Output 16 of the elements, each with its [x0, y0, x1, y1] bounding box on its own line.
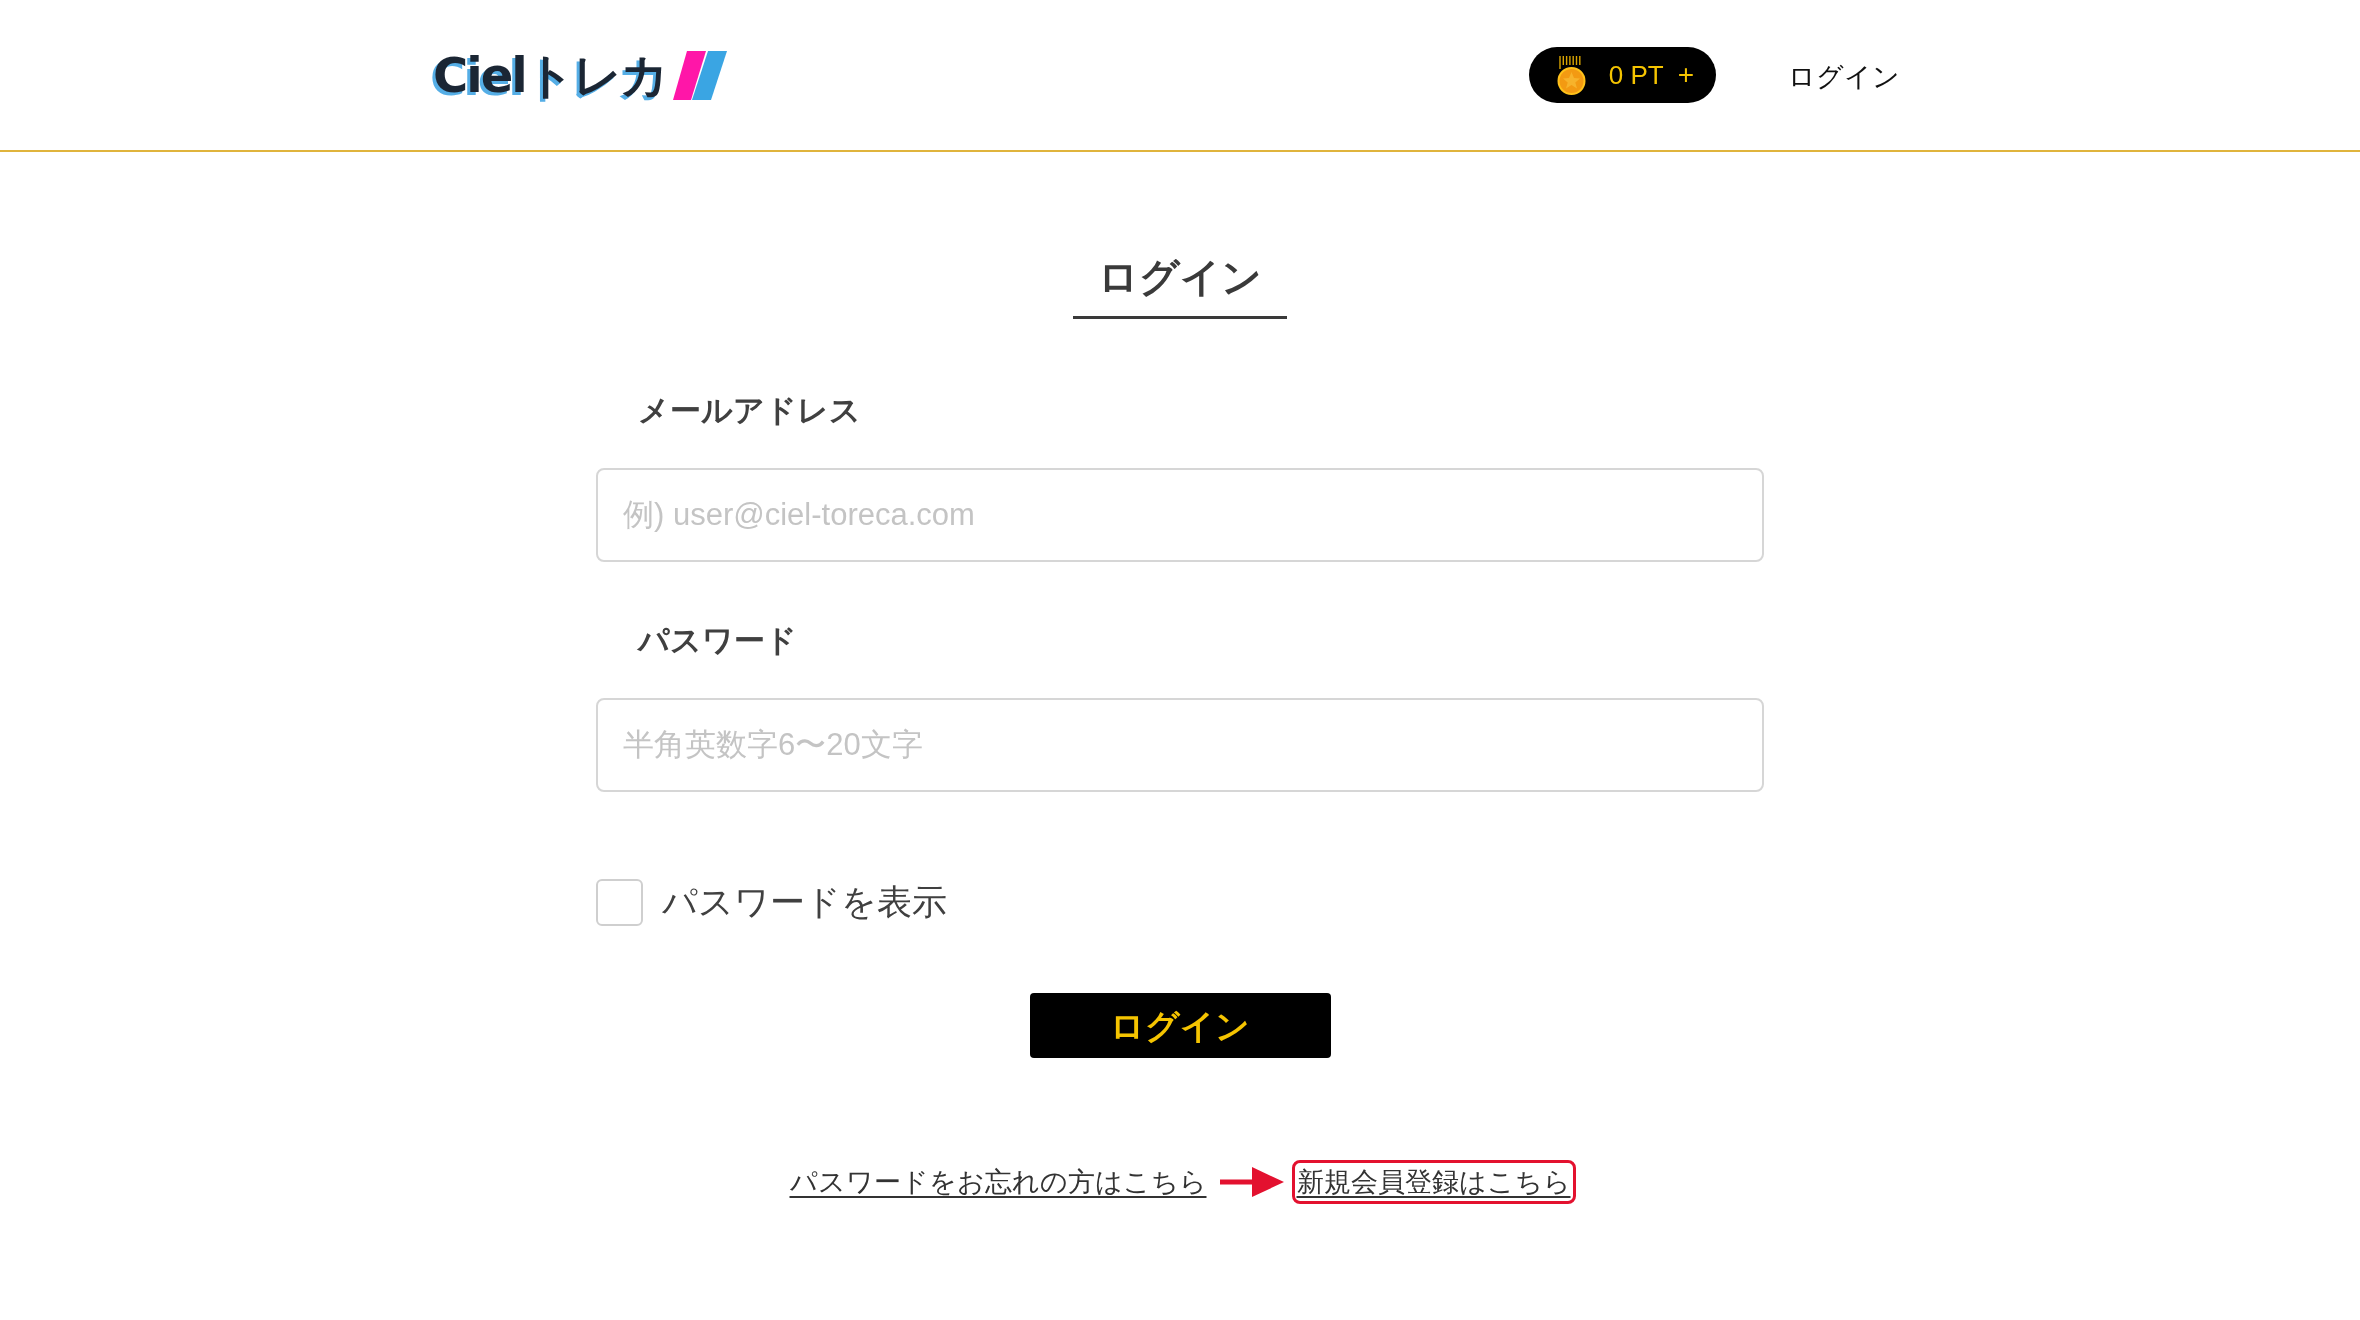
login-link[interactable]: ログイン [1788, 60, 1900, 96]
text-link[interactable]: パスワードをお忘れの方はこちら [784, 1160, 1212, 1204]
input-field[interactable]: 半角英数字6〜20文字 [596, 698, 1764, 792]
field-label: メールアドレス [638, 392, 861, 430]
login-button[interactable]: ログイン [1029, 993, 1331, 1058]
points-balance: 0 PT [1608, 62, 1664, 88]
checkbox-label[interactable]: パスワードを表示 [662, 878, 947, 926]
site-logo[interactable]: Cielトレカ [433, 50, 727, 100]
slashes-icon [672, 50, 727, 100]
add-points-button[interactable]: + [1677, 61, 1694, 89]
arrow-icon [1219, 1167, 1284, 1197]
page-title: ログイン [1073, 249, 1287, 319]
checkbox[interactable] [596, 878, 643, 926]
text-link[interactable]: 新規会員登録はこちら [1291, 1160, 1576, 1204]
field-label: パスワード [638, 622, 797, 660]
input-field[interactable]: 例) user@ciel-toreca.com [596, 468, 1764, 562]
